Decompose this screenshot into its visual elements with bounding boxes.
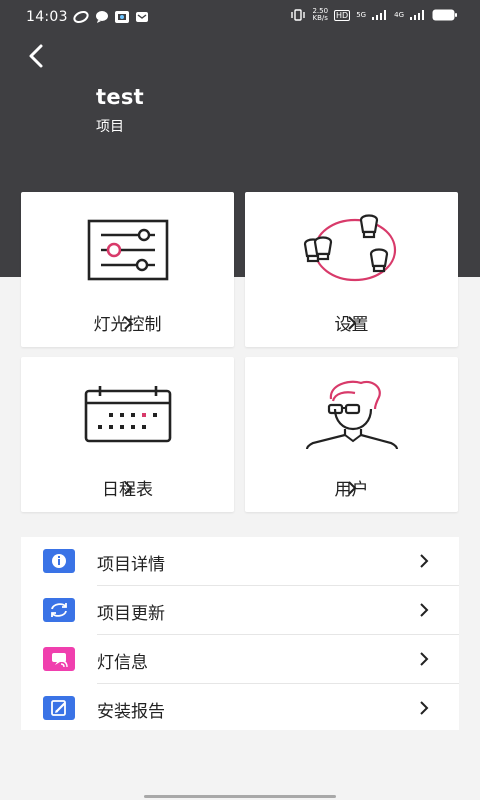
chevron-right-icon [420,554,429,568]
app-icon [115,11,129,23]
chevron-right-icon [123,315,132,330]
hd-badge: HD [334,9,351,21]
menu-item-light-info[interactable]: 灯信息 [21,635,459,683]
settings-label-row: 设置 [245,310,458,335]
signal-icon [372,10,387,20]
menu-label: 项目详情 [97,555,165,575]
chevron-right-icon [420,603,429,617]
net-5g-label: 5G [356,10,367,19]
status-time: 14:03 [26,9,68,25]
calendar-icon [84,386,172,443]
settings-card[interactable]: 设置 [245,192,458,347]
lighting-control-label-row: 灯光控制 [21,310,234,335]
menu-label: 项目更新 [97,604,165,624]
menu-item-install-report[interactable]: 安装报告 [21,684,459,732]
mail-icon [136,12,148,22]
home-indicator[interactable] [144,795,336,798]
schedule-label-row: 日程表 [21,475,234,500]
users-label-row: 用户 [245,475,458,500]
chat-icon [96,11,108,23]
install-report-icon [43,696,75,720]
sync-icon [73,10,89,24]
menu-item-project-details[interactable]: 项目详情 [21,537,459,585]
schedule-card[interactable]: 日程表 [21,357,234,512]
menu-label: 安装报告 [97,702,165,722]
menu-label: 灯信息 [97,653,148,673]
sliders-icon [87,219,169,281]
menu-item-project-update[interactable]: 项目更新 [21,586,459,634]
chevron-right-icon [347,315,356,330]
chevron-right-icon [420,652,429,666]
lighting-control-card[interactable]: 灯光控制 [21,192,234,347]
battery-icon [432,9,457,21]
info-icon [43,549,75,573]
back-button[interactable] [22,42,52,72]
status-bar: 14:03 2.50 KB/s HD 5G 4G [0,0,480,34]
fixtures-group-icon [303,214,397,282]
network-speed: 2.50 KB/s [312,8,328,22]
users-card[interactable]: 用户 [245,357,458,512]
refresh-icon [43,598,75,622]
user-avatar-icon [305,380,399,449]
status-right-group: 2.50 KB/s HD 5G 4G [290,8,458,22]
vibrate-icon [291,9,306,21]
net-4g-label: 4G [394,10,404,19]
chevron-right-icon [123,480,132,495]
project-name: test [96,85,145,109]
chevron-right-icon [420,701,429,715]
light-info-icon [43,647,75,671]
project-subtitle: 项目 [96,119,124,135]
chevron-right-icon [347,480,356,495]
project-menu-list: 项目详情 项目更新 灯信息 安装报告 [21,537,459,730]
signal-icon-2 [410,10,424,20]
net-speed-unit: KB/s [312,14,328,22]
